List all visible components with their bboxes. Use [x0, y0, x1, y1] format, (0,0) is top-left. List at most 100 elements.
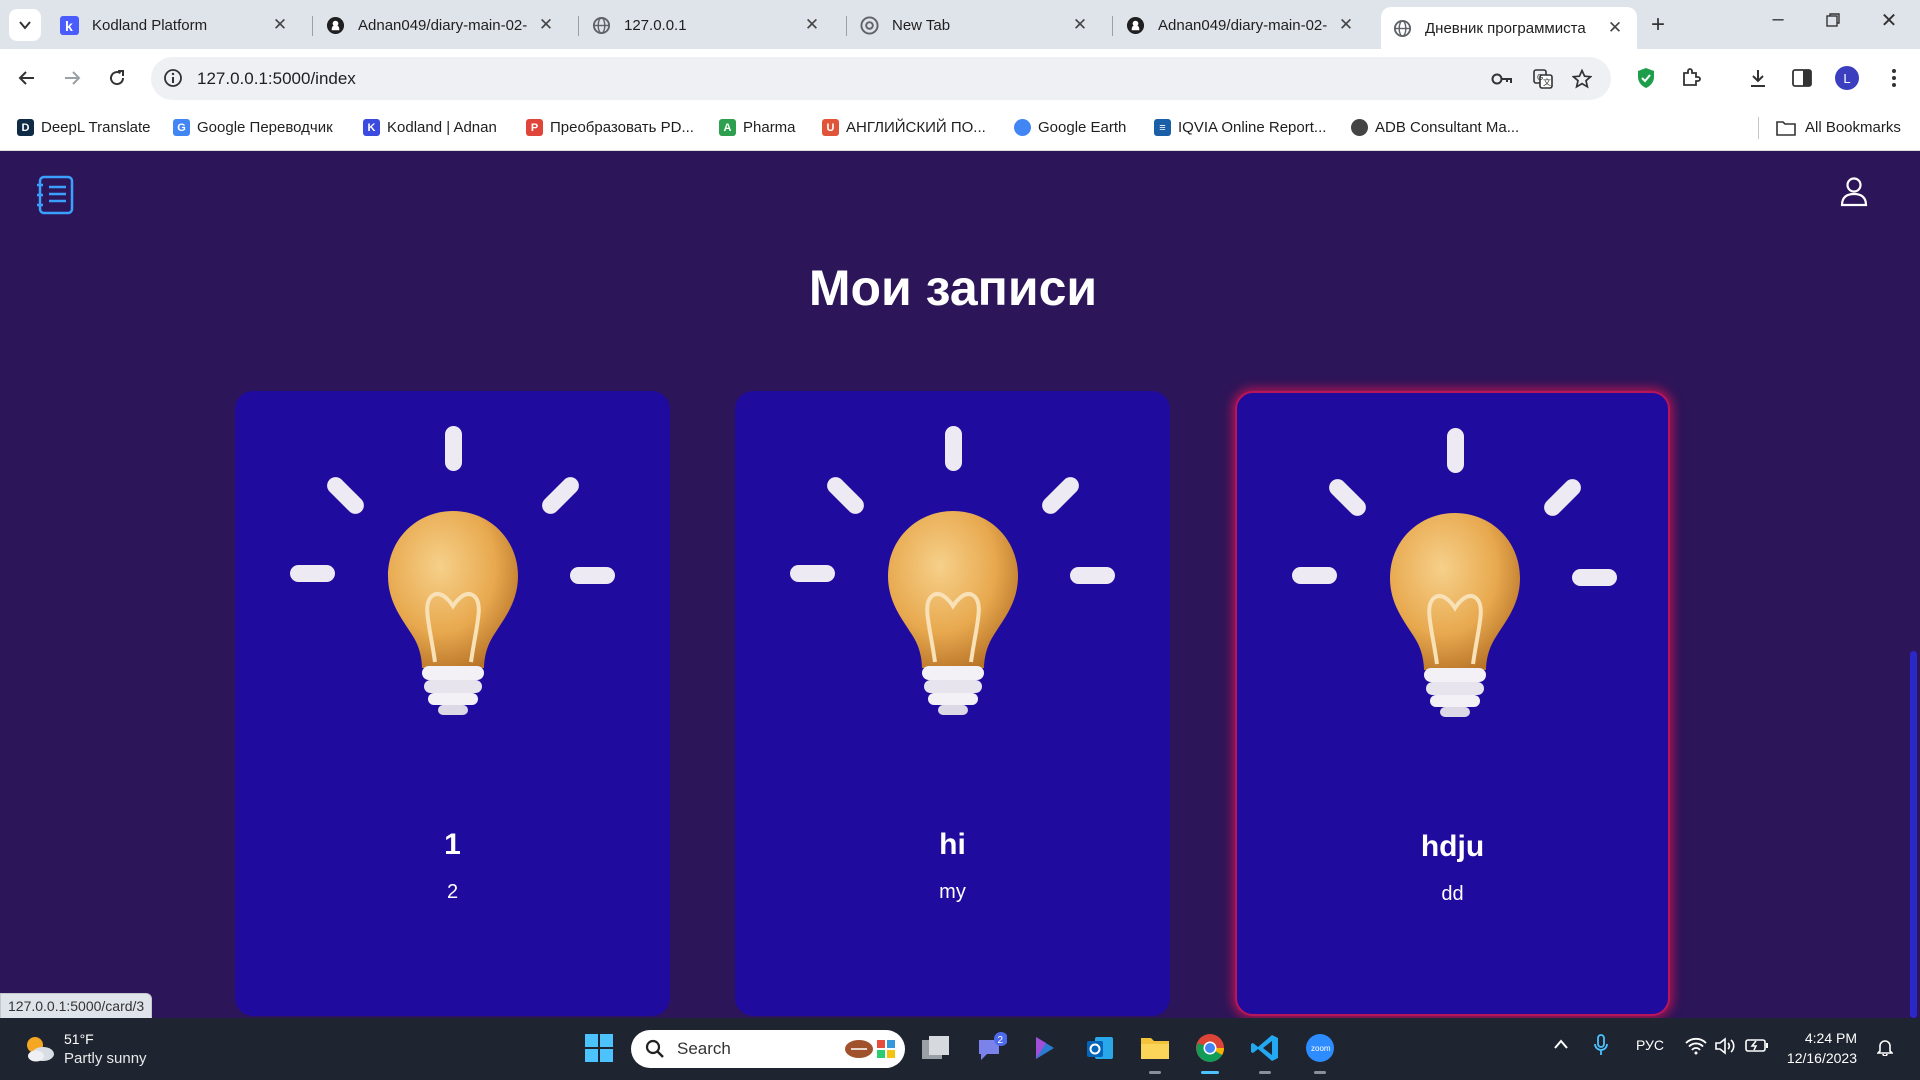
outlook-icon[interactable] — [1083, 1031, 1117, 1065]
search-icon — [645, 1039, 664, 1058]
all-bookmarks-button[interactable]: All Bookmarks — [1776, 119, 1901, 136]
close-icon[interactable]: ✕ — [1070, 15, 1090, 35]
page-scrollbar[interactable] — [1906, 151, 1920, 1018]
tab-separator — [312, 16, 313, 36]
profile-avatar[interactable]: L — [1835, 66, 1859, 90]
zoom-running-indicator — [1314, 1071, 1326, 1074]
bookmark-label: Преобразовать PD... — [550, 119, 694, 136]
chat-badge: 2 — [998, 1035, 1004, 1046]
restore-icon[interactable] — [1818, 10, 1848, 33]
card-text: my — [939, 881, 966, 903]
notification-bell-icon[interactable] — [1876, 1038, 1894, 1059]
lightbulb-icon — [290, 426, 615, 715]
tab-title: 127.0.0.1 — [624, 16, 687, 34]
wifi-icon[interactable] — [1685, 1037, 1707, 1058]
kodland-icon: k — [60, 15, 79, 35]
globe-icon — [592, 16, 611, 35]
globe-icon — [1351, 119, 1368, 136]
tab-search-button[interactable] — [9, 9, 41, 41]
tab-localhost[interactable]: 127.0.0.1 ✕ — [580, 7, 834, 43]
tab-kodland[interactable]: k Kodland Platform ✕ — [48, 7, 302, 43]
address-bar[interactable]: 127.0.0.1:5000/index G文 — [151, 57, 1611, 100]
tab-separator — [846, 16, 847, 36]
bookmark-star-icon[interactable] — [1571, 68, 1593, 90]
side-panel-icon[interactable] — [1790, 66, 1814, 90]
zoom-icon[interactable]: zoom — [1303, 1031, 1337, 1065]
chevron-up-icon[interactable] — [1553, 1037, 1569, 1053]
folder-icon — [1776, 120, 1796, 136]
close-icon[interactable]: ✕ — [1605, 18, 1625, 38]
battery-icon[interactable] — [1745, 1037, 1769, 1056]
reload-button[interactable] — [103, 64, 131, 92]
tab-title: Adnan049/diary-main-02- — [358, 16, 528, 34]
task-view-icon[interactable] — [919, 1031, 953, 1065]
browser-toolbar: 127.0.0.1:5000/index G文 L — [0, 49, 1920, 108]
bookmark-iqvia[interactable]: ≡ IQVIA Online Report... — [1154, 119, 1326, 136]
bookmark-google-earth[interactable]: Google Earth — [1014, 119, 1126, 136]
new-tab-button[interactable]: + — [1651, 11, 1665, 39]
back-button[interactable] — [13, 64, 41, 92]
bookmark-english[interactable]: U АНГЛИЙСКИЙ ПО... — [822, 119, 986, 136]
chrome-taskbar-icon[interactable] — [1193, 1031, 1227, 1065]
bookmark-adb[interactable]: ADB Consultant Ma... — [1351, 119, 1519, 136]
page-title: Мои записи — [808, 260, 1098, 316]
bookmark-label: Google Earth — [1038, 119, 1127, 136]
scrollbar-thumb[interactable] — [1910, 651, 1917, 1018]
teams-chat-icon[interactable]: 2 — [974, 1031, 1008, 1065]
site-info-icon[interactable] — [163, 68, 183, 88]
forward-button[interactable] — [58, 64, 86, 92]
vscode-icon[interactable] — [1248, 1031, 1282, 1065]
arrow-left-icon — [18, 71, 34, 85]
window-close-icon[interactable]: ✕ — [1874, 8, 1904, 33]
tab-diary-active[interactable]: Дневник программиста ✕ — [1381, 7, 1637, 49]
bookmark-deepl[interactable]: D DeepL Translate — [17, 119, 151, 136]
close-icon[interactable]: ✕ — [1336, 15, 1356, 35]
taskbar-search-box[interactable]: Search — [631, 1030, 905, 1068]
bookmark-kodland[interactable]: K Kodland | Adnan — [363, 119, 497, 136]
pdf-icon: P — [526, 119, 543, 136]
clock-time[interactable]: 4:24 PM — [1775, 1030, 1857, 1046]
note-card[interactable]: 1 2 — [235, 391, 670, 1016]
arrow-right-icon — [65, 71, 81, 85]
google-translate-icon: G — [173, 119, 190, 136]
windows-start-icon[interactable] — [582, 1031, 616, 1065]
bookmark-pdf-convert[interactable]: P Преобразовать PD... — [526, 119, 694, 136]
bookmark-pharma[interactable]: A Pharma — [719, 119, 796, 136]
tab-github-1[interactable]: Adnan049/diary-main-02- ✕ — [314, 7, 568, 43]
minimize-icon[interactable]: – — [1763, 8, 1793, 31]
vscode-running-indicator — [1259, 1071, 1271, 1074]
translate-icon[interactable]: G文 — [1532, 68, 1554, 90]
windows-taskbar: 51°F Partly sunny Search 2 zoom РУС 4:24… — [0, 1018, 1920, 1080]
card-title: hi — [939, 828, 966, 861]
tab-github-2[interactable]: Adnan049/diary-main-02- ✕ — [1114, 7, 1368, 43]
url-text[interactable]: 127.0.0.1:5000/index — [197, 69, 356, 89]
explorer-running-indicator — [1149, 1071, 1161, 1074]
language-indicator[interactable]: РУС — [1636, 1037, 1664, 1053]
kodland-icon: K — [363, 119, 380, 136]
tab-new-tab[interactable]: New Tab ✕ — [848, 7, 1102, 43]
svg-text:文: 文 — [1543, 77, 1551, 87]
close-icon[interactable]: ✕ — [536, 15, 556, 35]
bookmark-google-translate[interactable]: G Google Переводчик — [173, 119, 333, 136]
extensions-puzzle-icon[interactable] — [1679, 66, 1703, 90]
tab-title: New Tab — [892, 16, 951, 34]
close-icon[interactable]: ✕ — [270, 15, 290, 35]
bookmark-label: DeepL Translate — [41, 119, 151, 136]
partly-sunny-icon[interactable] — [22, 1033, 56, 1063]
close-icon[interactable]: ✕ — [802, 15, 822, 35]
weather-description[interactable]: Partly sunny — [64, 1050, 147, 1067]
weather-temperature[interactable]: 51°F — [64, 1031, 94, 1047]
copilot-icon[interactable] — [1028, 1031, 1062, 1065]
volume-icon[interactable] — [1714, 1037, 1736, 1058]
user-profile-icon[interactable] — [1838, 175, 1870, 207]
more-menu-icon[interactable] — [1882, 66, 1906, 90]
shield-extension-icon[interactable] — [1634, 66, 1658, 90]
clock-date[interactable]: 12/16/2023 — [1775, 1050, 1857, 1066]
download-icon[interactable] — [1746, 66, 1770, 90]
microphone-icon[interactable] — [1594, 1034, 1608, 1059]
file-explorer-icon[interactable] — [1138, 1031, 1172, 1065]
note-card[interactable]: hi my — [735, 391, 1170, 1016]
notebook-list-icon[interactable] — [36, 175, 76, 215]
password-key-icon[interactable] — [1491, 68, 1513, 90]
note-card-hovered[interactable]: hdju dd — [1235, 391, 1670, 1016]
